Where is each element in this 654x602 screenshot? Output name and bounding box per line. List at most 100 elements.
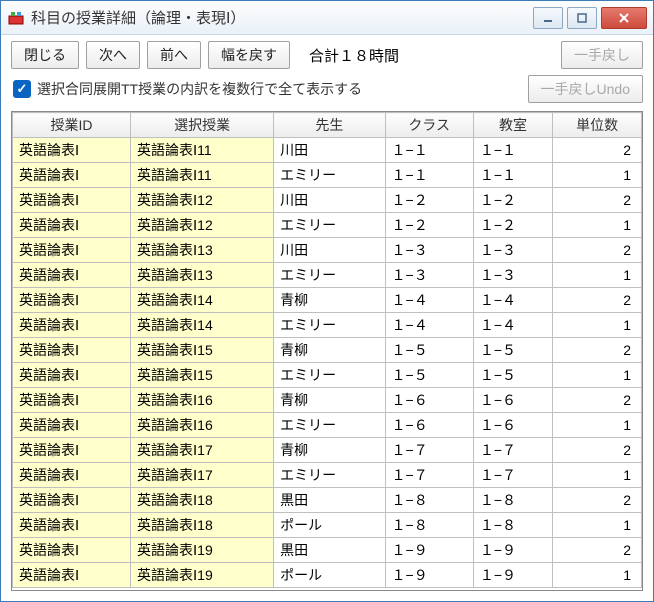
- table-row[interactable]: 英語論表Ⅰ英語論表Ⅰ15エミリー１−５１−５1: [13, 363, 642, 388]
- table-row[interactable]: 英語論表Ⅰ英語論表Ⅰ12川田１−２１−２2: [13, 188, 642, 213]
- undo-with-label-button[interactable]: 一手戻しUndo: [528, 75, 643, 103]
- table-cell: 2: [553, 388, 642, 413]
- column-header[interactable]: 選択授業: [131, 113, 274, 138]
- table-row[interactable]: 英語論表Ⅰ英語論表Ⅰ19ポール１−９１−９1: [13, 563, 642, 588]
- table-cell: １−８: [385, 513, 473, 538]
- table-cell: １−１: [385, 163, 473, 188]
- table-cell: １−９: [385, 538, 473, 563]
- expand-rows-label[interactable]: 選択合同展開TT授業の内訳を複数行で全て表示する: [37, 79, 362, 99]
- column-header[interactable]: 単位数: [553, 113, 642, 138]
- table-row[interactable]: 英語論表Ⅰ英語論表Ⅰ17エミリー１−７１−７1: [13, 463, 642, 488]
- table-cell: 英語論表Ⅰ19: [131, 563, 274, 588]
- table-cell: 川田: [274, 138, 385, 163]
- table-row[interactable]: 英語論表Ⅰ英語論表Ⅰ11川田１−１１−１2: [13, 138, 642, 163]
- table-cell: 1: [553, 413, 642, 438]
- table-cell: 英語論表Ⅰ: [13, 388, 131, 413]
- table-cell: 黒田: [274, 538, 385, 563]
- table-row[interactable]: 英語論表Ⅰ英語論表Ⅰ14青柳１−４１−４2: [13, 288, 642, 313]
- table-cell: 英語論表Ⅰ14: [131, 313, 274, 338]
- minimize-button[interactable]: [533, 7, 563, 29]
- table-cell: １−４: [385, 288, 473, 313]
- table-cell: １−６: [473, 388, 552, 413]
- table-cell: 英語論表Ⅰ14: [131, 288, 274, 313]
- table-cell: 青柳: [274, 438, 385, 463]
- window-buttons: [533, 7, 647, 29]
- table-cell: １−７: [385, 463, 473, 488]
- table-cell: 1: [553, 513, 642, 538]
- table-cell: 英語論表Ⅰ: [13, 563, 131, 588]
- table-row[interactable]: 英語論表Ⅰ英語論表Ⅰ12エミリー１−２１−２1: [13, 213, 642, 238]
- prev-button[interactable]: 前へ: [147, 41, 201, 69]
- checkbox-row: ✓ 選択合同展開TT授業の内訳を複数行で全て表示する 一手戻しUndo: [1, 73, 653, 111]
- column-header[interactable]: 教室: [473, 113, 552, 138]
- table-row[interactable]: 英語論表Ⅰ英語論表Ⅰ15青柳１−５１−５2: [13, 338, 642, 363]
- table-cell: １−３: [385, 263, 473, 288]
- table-cell: 2: [553, 538, 642, 563]
- table-cell: 英語論表Ⅰ15: [131, 338, 274, 363]
- table-container[interactable]: 授業ID選択授業先生クラス教室単位数 英語論表Ⅰ英語論表Ⅰ11川田１−１１−１2…: [11, 111, 643, 591]
- column-header[interactable]: クラス: [385, 113, 473, 138]
- lesson-table: 授業ID選択授業先生クラス教室単位数 英語論表Ⅰ英語論表Ⅰ11川田１−１１−１2…: [12, 112, 642, 588]
- table-cell: エミリー: [274, 413, 385, 438]
- table-cell: １−９: [385, 563, 473, 588]
- table-cell: 川田: [274, 238, 385, 263]
- table-cell: １−４: [385, 313, 473, 338]
- table-row[interactable]: 英語論表Ⅰ英語論表Ⅰ18ポール１−８１−８1: [13, 513, 642, 538]
- table-cell: 英語論表Ⅰ: [13, 313, 131, 338]
- table-cell: エミリー: [274, 263, 385, 288]
- table-row[interactable]: 英語論表Ⅰ英語論表Ⅰ13川田１−３１−３2: [13, 238, 642, 263]
- table-cell: １−１: [473, 138, 552, 163]
- table-cell: 英語論表Ⅰ: [13, 238, 131, 263]
- table-cell: １−５: [385, 363, 473, 388]
- table-cell: ポール: [274, 513, 385, 538]
- table-cell: 英語論表Ⅰ19: [131, 538, 274, 563]
- next-button[interactable]: 次へ: [86, 41, 140, 69]
- table-cell: 英語論表Ⅰ18: [131, 488, 274, 513]
- table-cell: エミリー: [274, 463, 385, 488]
- table-cell: １−９: [473, 538, 552, 563]
- expand-rows-checkbox[interactable]: ✓: [13, 80, 31, 98]
- table-cell: 英語論表Ⅰ12: [131, 213, 274, 238]
- close-window-button[interactable]: [601, 7, 647, 29]
- table-cell: エミリー: [274, 363, 385, 388]
- column-header[interactable]: 先生: [274, 113, 385, 138]
- titlebar: 科目の授業詳細（論理・表現Ⅰ）: [1, 1, 653, 35]
- table-cell: 1: [553, 363, 642, 388]
- table-cell: エミリー: [274, 213, 385, 238]
- table-cell: １−１: [385, 138, 473, 163]
- table-cell: 英語論表Ⅰ11: [131, 163, 274, 188]
- column-header[interactable]: 授業ID: [13, 113, 131, 138]
- table-cell: 英語論表Ⅰ11: [131, 138, 274, 163]
- maximize-button[interactable]: [567, 7, 597, 29]
- table-row[interactable]: 英語論表Ⅰ英語論表Ⅰ17青柳１−７１−７2: [13, 438, 642, 463]
- table-row[interactable]: 英語論表Ⅰ英語論表Ⅰ18黒田１−８１−８2: [13, 488, 642, 513]
- table-cell: １−７: [385, 438, 473, 463]
- table-cell: １−５: [473, 363, 552, 388]
- undo-button[interactable]: 一手戻し: [561, 41, 643, 69]
- table-row[interactable]: 英語論表Ⅰ英語論表Ⅰ16エミリー１−６１−６1: [13, 413, 642, 438]
- table-cell: 英語論表Ⅰ16: [131, 388, 274, 413]
- table-row[interactable]: 英語論表Ⅰ英語論表Ⅰ16青柳１−６１−６2: [13, 388, 642, 413]
- table-cell: １−３: [473, 263, 552, 288]
- table-cell: １−８: [385, 488, 473, 513]
- table-cell: 英語論表Ⅰ: [13, 188, 131, 213]
- close-button[interactable]: 閉じる: [11, 41, 79, 69]
- table-cell: １−２: [473, 188, 552, 213]
- table-cell: 川田: [274, 188, 385, 213]
- table-cell: １−１: [473, 163, 552, 188]
- table-row[interactable]: 英語論表Ⅰ英語論表Ⅰ14エミリー１−４１−４1: [13, 313, 642, 338]
- table-cell: 英語論表Ⅰ13: [131, 263, 274, 288]
- table-cell: １−７: [473, 438, 552, 463]
- table-cell: １−２: [473, 213, 552, 238]
- table-cell: １−９: [473, 563, 552, 588]
- table-cell: １−８: [473, 488, 552, 513]
- table-cell: １−６: [473, 413, 552, 438]
- reset-width-button[interactable]: 幅を戻す: [208, 41, 290, 69]
- table-cell: 英語論表Ⅰ: [13, 488, 131, 513]
- table-row[interactable]: 英語論表Ⅰ英語論表Ⅰ11エミリー１−１１−１1: [13, 163, 642, 188]
- table-cell: 1: [553, 463, 642, 488]
- table-cell: 黒田: [274, 488, 385, 513]
- table-cell: 1: [553, 163, 642, 188]
- table-row[interactable]: 英語論表Ⅰ英語論表Ⅰ13エミリー１−３１−３1: [13, 263, 642, 288]
- table-row[interactable]: 英語論表Ⅰ英語論表Ⅰ19黒田１−９１−９2: [13, 538, 642, 563]
